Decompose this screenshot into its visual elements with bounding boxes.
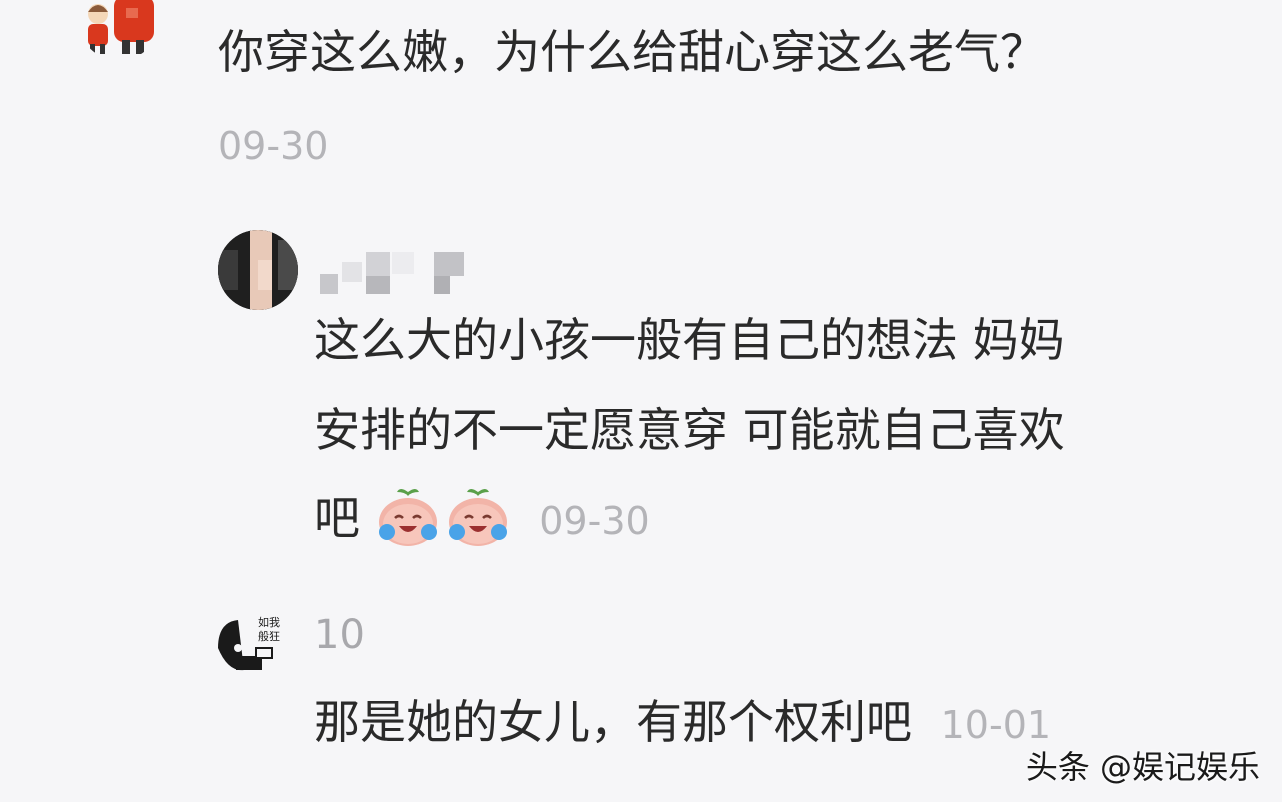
comment-2-line-3: 吧 09-30 [314,478,650,561]
blurred-username-icon [320,252,464,294]
comment-3-text: 那是她的女儿，有那个权利吧 [314,695,912,749]
comment-2-username[interactable] [318,248,478,296]
meme-avatar-icon[interactable]: 如我 般狂 [214,612,284,680]
watermark: 头条 @娱记娱乐 [1025,748,1260,786]
comment-3-time: 10-01 [940,703,1052,747]
comment-2-line-3-text: 吧 [314,491,360,545]
meme-avatar-caption-2: 般狂 [258,630,280,643]
cartoon-child-avatar-icon[interactable] [78,0,160,60]
comment-1-text: 你穿这么嫩，为什么给甜心穿这么老气？ [218,25,1046,79]
comment-3-username[interactable]: 10 [314,612,365,658]
pixelated-avatar-icon[interactable] [218,230,298,310]
comment-2-line-2: 安排的不一定愿意穿 可能就自己喜欢 [314,403,1065,457]
comment-2-line-1: 这么大的小孩一般有自己的想法 妈妈 [314,313,1065,367]
comment-2-time: 09-30 [539,499,650,543]
crying-laughing-peach-emoji-2 [448,488,507,546]
comment-1-time: 09-30 [218,124,329,168]
meme-avatar-caption-1: 如我 [258,615,280,629]
crying-laughing-peach-emoji [378,488,437,546]
comment-3-text-row: 那是她的女儿，有那个权利吧 10-01 [314,682,1051,765]
